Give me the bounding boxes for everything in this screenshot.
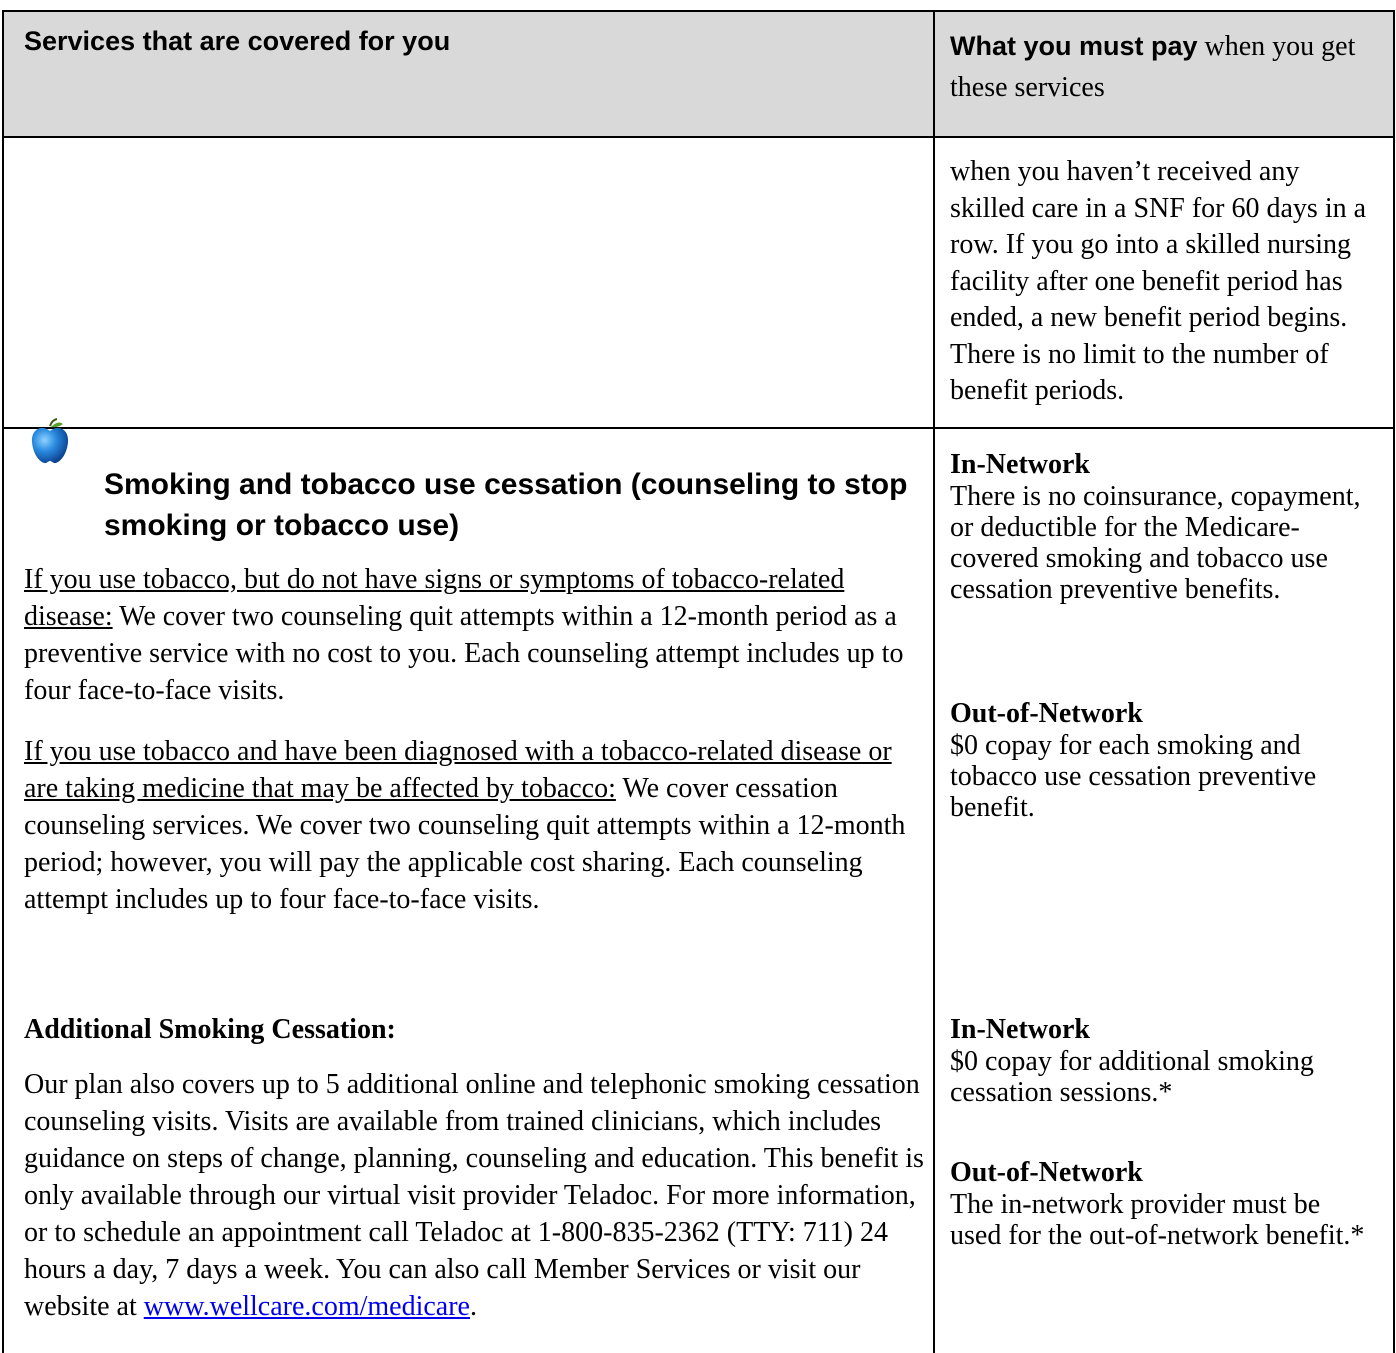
header-payment-column: What you must pay when you get these ser… [950, 26, 1370, 108]
header-bottom-border [2, 136, 1395, 138]
smoking-out-of-network-cost: Out-of-Network $0 copay for each smoking … [950, 697, 1375, 823]
additional-out-network-label: Out-of-Network [950, 1157, 1143, 1188]
additional-out-of-network-cost: Out-of-Network The in-network provider mu… [950, 1156, 1375, 1251]
header-payment-bold: What you must pay [950, 31, 1198, 61]
additional-in-network-text: $0 copay for additional smoking cessatio… [950, 1046, 1314, 1108]
smoking-in-network-label: In-Network [950, 449, 1090, 480]
smoking-out-network-label: Out-of-Network [950, 698, 1143, 729]
apple-icon [30, 418, 70, 466]
additional-out-network-text: The in-network provider must be used for… [950, 1189, 1365, 1251]
additional-in-network-cost: In-Network $0 copay for additional smokin… [950, 1013, 1375, 1108]
smoking-out-network-text: $0 copay for each smoking and tobacco us… [950, 730, 1317, 823]
smoking-paragraph-1: If you use tobacco, but do not have sign… [24, 561, 924, 709]
smoking-cessation-title: Smoking and tobacco use cessation (couns… [104, 468, 908, 542]
smoking-in-network-cost: In-Network There is no coinsurance, copay… [950, 448, 1375, 605]
smoking-paragraph-1-text: We cover two counseling quit attempts wi… [24, 601, 904, 706]
smoking-in-network-text: There is no coinsurance, copayment, or d… [950, 481, 1361, 605]
additional-in-network-label: In-Network [950, 1014, 1090, 1045]
additional-cessation-period: . [470, 1291, 477, 1322]
benefit-period-continuation: when you haven’t received any skilled ca… [950, 156, 1367, 406]
smoking-paragraph-2: If you use tobacco and have been diagnos… [24, 733, 924, 918]
wellcare-medicare-link[interactable]: www.wellcare.com/medicare [144, 1291, 470, 1322]
row-divider [2, 427, 1395, 429]
additional-cessation-heading: Additional Smoking Cessation: [24, 1014, 396, 1045]
additional-cessation-text: Our plan also covers up to 5 additional … [24, 1066, 924, 1325]
additional-cessation-body: Our plan also covers up to 5 additional … [24, 1069, 924, 1322]
header-services-column: Services that are covered for you [24, 26, 451, 56]
column-divider [933, 10, 935, 1353]
